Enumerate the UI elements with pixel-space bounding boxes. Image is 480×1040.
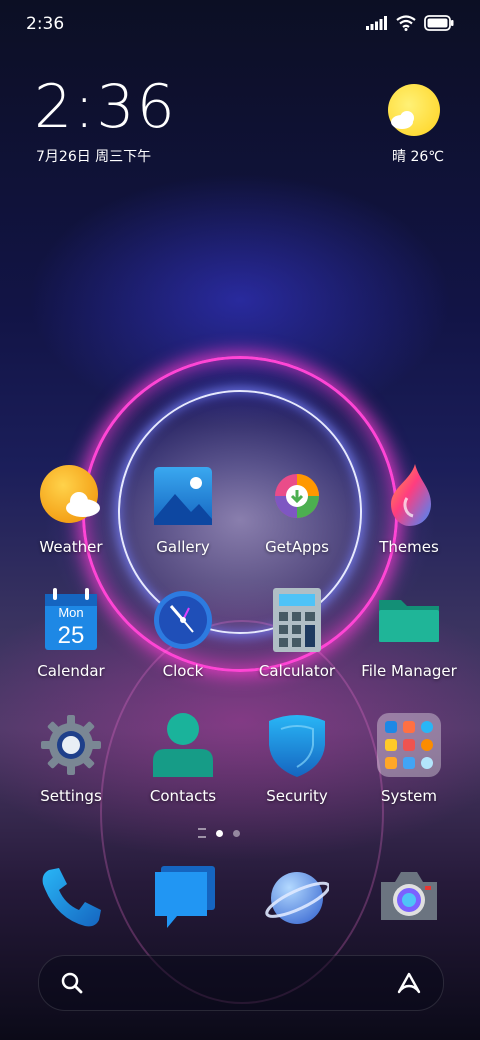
app-label: Settings [40,787,102,805]
calendar-date-text: 25 [58,622,85,649]
file-manager-app-icon [377,588,441,652]
system-folder-icon [377,713,441,777]
weather-widget[interactable] [384,84,444,136]
calendar-app-icon: Mon 25 [39,588,103,652]
sun-cloud-icon [388,84,440,136]
clock-app-icon [151,588,215,652]
app-gallery[interactable]: Gallery [128,464,238,556]
browser-app-icon [265,866,331,930]
app-label: Weather [39,538,103,556]
app-settings[interactable]: Settings [16,713,126,805]
phone-app-icon [39,866,103,930]
assistant-icon[interactable] [397,972,421,994]
clock-widget-date[interactable]: 7月26日 周三下午 [36,146,151,166]
weather-app-icon [39,464,103,528]
app-calendar[interactable]: Mon 25 Calendar [16,588,126,680]
app-calculator[interactable]: Calculator [242,588,352,680]
app-system-folder[interactable]: System [354,713,464,805]
page-menu-icon [198,828,206,838]
app-label: Clock [162,662,204,680]
dock-messages[interactable] [128,866,238,930]
battery-icon [424,15,454,31]
app-contacts[interactable]: Contacts [128,713,238,805]
dock-browser[interactable] [242,866,352,930]
app-getapps[interactable]: GetApps [242,464,352,556]
settings-app-icon [39,713,103,777]
status-bar: 2:36 [0,0,480,50]
app-weather[interactable]: Weather [16,464,126,556]
search-bar[interactable] [38,955,444,1011]
app-label: GetApps [265,538,329,556]
calculator-app-icon [265,588,329,652]
themes-app-icon [377,464,441,528]
app-label: Security [266,787,328,805]
app-label: File Manager [361,662,457,680]
search-icon[interactable] [61,972,83,994]
contacts-app-icon [151,713,215,777]
calendar-day-text: Mon [58,605,83,620]
page-dot-active[interactable] [216,829,223,837]
weather-text[interactable]: 晴 26℃ [392,146,444,166]
signal-icon [366,16,387,30]
page-indicator[interactable] [198,828,240,838]
camera-app-icon [377,866,441,930]
gallery-app-icon [151,464,215,528]
security-app-icon [265,713,329,777]
status-time: 2:36 [26,14,65,34]
clock-widget-time[interactable]: 2:36 [34,72,177,142]
app-clock[interactable]: Clock [128,588,238,680]
getapps-app-icon [265,464,329,528]
app-themes[interactable]: Themes [354,464,464,556]
app-label: Contacts [149,787,217,805]
wifi-icon [396,15,416,31]
dock-camera[interactable] [354,866,464,930]
dock-phone[interactable] [16,866,126,930]
app-label: Gallery [156,538,210,556]
app-label: Calendar [37,662,105,680]
messages-app-icon [151,866,215,930]
app-file-manager[interactable]: File Manager [354,588,464,680]
page-dot[interactable] [233,829,240,837]
app-label: Calculator [258,662,336,680]
app-label: System [381,787,437,805]
app-security[interactable]: Security [242,713,352,805]
status-icons [366,15,454,31]
app-label: Themes [379,538,439,556]
